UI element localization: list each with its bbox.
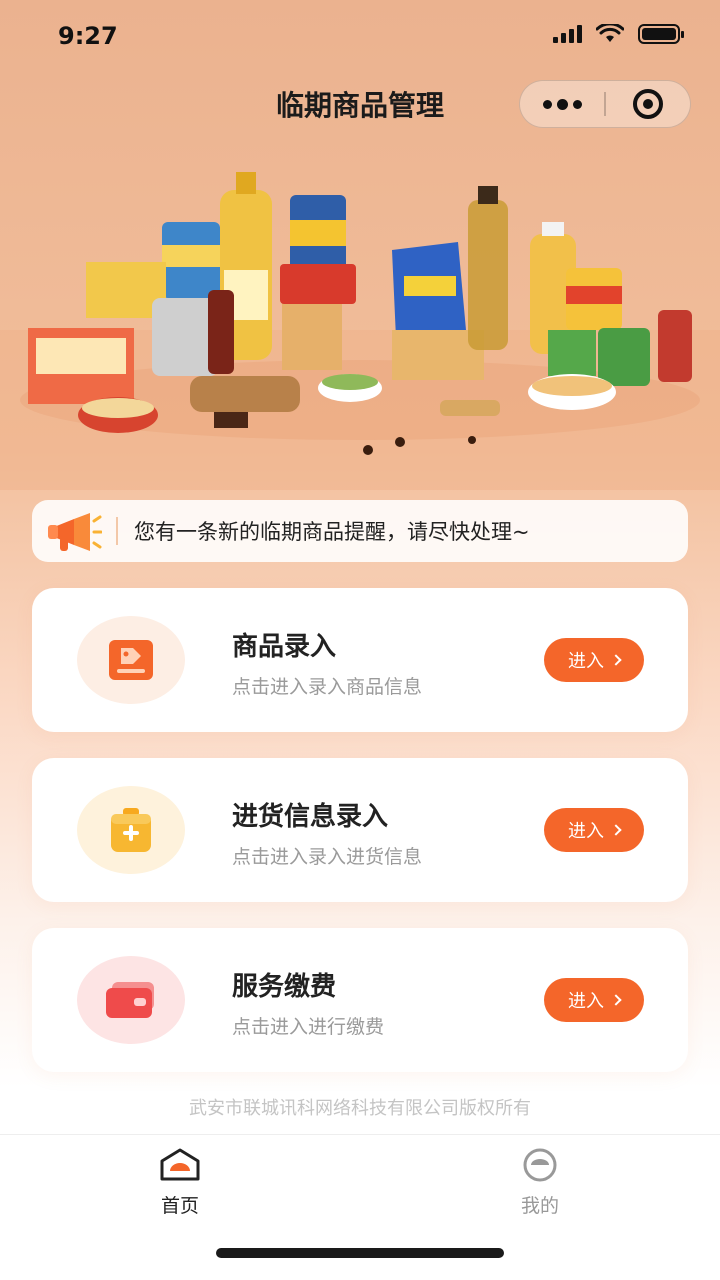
- card-icon-background: [77, 956, 185, 1044]
- tab-label: 首页: [160, 1195, 199, 1217]
- dot-icon: [542, 99, 552, 109]
- card-title: 进货信息录入: [232, 802, 389, 832]
- enter-product-entry-button[interactable]: 进入: [544, 638, 644, 682]
- card-icon-background: [77, 786, 185, 874]
- home-indicator: [216, 1248, 504, 1258]
- status-bar: 9:27: [0, 0, 720, 72]
- tab-home[interactable]: 首页: [120, 1147, 240, 1218]
- card-subtitle: 点击进入录入进货信息: [232, 846, 423, 868]
- megaphone-icon: [32, 500, 116, 562]
- wallet-card-icon: [106, 982, 154, 1018]
- signal-icon: [553, 25, 582, 43]
- target-icon: [632, 89, 663, 119]
- mini-program-capsule: [519, 80, 691, 128]
- card-product-entry[interactable]: 商品录入 点击进入录入商品信息 进入: [32, 588, 688, 732]
- dot-icon: [572, 99, 582, 109]
- card-icon-background: [77, 616, 185, 704]
- notice-text: 您有一条新的临期商品提醒，请尽快处理~: [134, 520, 530, 544]
- card-title: 服务缴费: [232, 972, 337, 1002]
- chevron-right-icon: [610, 824, 622, 836]
- close-mini-program-button[interactable]: [606, 81, 690, 127]
- status-time: 9:27: [58, 22, 118, 50]
- product-tag-icon: [109, 640, 153, 680]
- wifi-icon: [596, 24, 624, 42]
- enter-button-label: 进入: [568, 821, 604, 842]
- tab-bar: 首页 我的: [0, 1134, 720, 1280]
- tab-mine[interactable]: 我的: [480, 1147, 600, 1218]
- dot-icon: [556, 98, 568, 110]
- profile-icon: [523, 1148, 557, 1182]
- card-service-payment[interactable]: 服务缴费 点击进入进行缴费 进入: [32, 928, 688, 1072]
- more-menu-button[interactable]: [520, 81, 604, 127]
- notice-divider: [116, 517, 118, 545]
- hero-banner-image: [0, 172, 720, 490]
- chevron-right-icon: [610, 994, 622, 1006]
- card-subtitle: 点击进入录入商品信息: [232, 676, 423, 698]
- copyright-text: 武安市联城讯科网络科技有限公司版权所有: [189, 1098, 531, 1119]
- enter-button-label: 进入: [568, 991, 604, 1012]
- card-purchase-entry[interactable]: 进货信息录入 点击进入录入进货信息 进入: [32, 758, 688, 902]
- card-subtitle: 点击进入进行缴费: [232, 1016, 385, 1038]
- status-icons: [553, 24, 684, 44]
- chevron-right-icon: [610, 654, 622, 666]
- home-icon: [160, 1148, 200, 1181]
- tab-label: 我的: [520, 1195, 559, 1217]
- enter-button-label: 进入: [568, 651, 604, 672]
- enter-purchase-entry-button[interactable]: 进入: [544, 808, 644, 852]
- shopping-basket-icon: [111, 808, 151, 852]
- enter-service-payment-button[interactable]: 进入: [544, 978, 644, 1022]
- battery-icon: [638, 24, 684, 44]
- notice-bar[interactable]: 您有一条新的临期商品提醒，请尽快处理~: [32, 500, 688, 562]
- card-title: 商品录入: [232, 632, 337, 662]
